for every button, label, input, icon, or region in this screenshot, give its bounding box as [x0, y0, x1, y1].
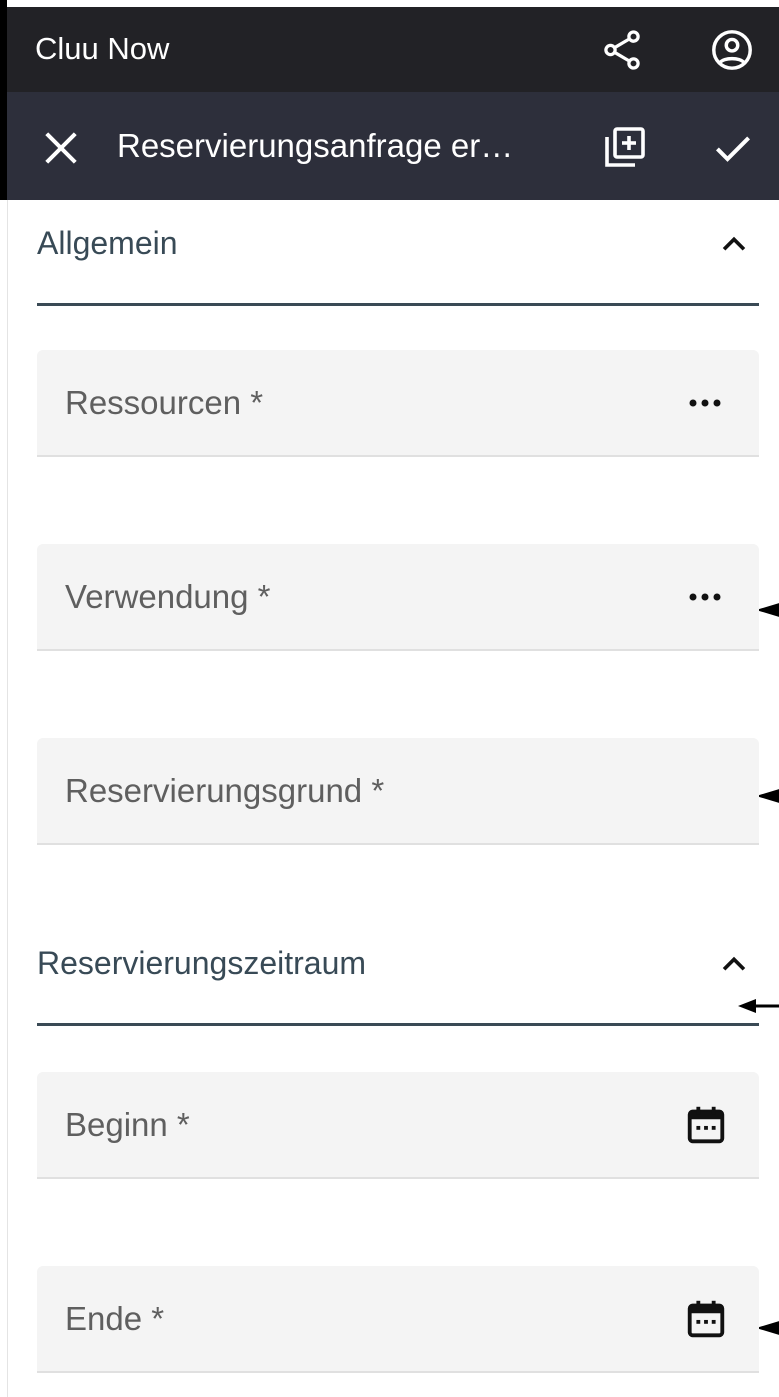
end-date-field[interactable]: Ende * [37, 1266, 759, 1373]
pointer-arrow [756, 1321, 779, 1335]
library-add-icon[interactable] [601, 123, 649, 171]
section-header-allgemein[interactable]: Allgemein [37, 200, 759, 306]
account-circle-icon[interactable] [709, 27, 755, 73]
more-horizontal-icon[interactable] [685, 584, 725, 610]
chevron-up-icon[interactable] [717, 228, 751, 262]
dialog-toolbar: Reservierungsanfrage er… [7, 92, 779, 200]
app-title: Cluu Now [35, 31, 170, 66]
section-divider [37, 303, 759, 306]
resources-field[interactable]: Ressourcen * [37, 350, 759, 457]
check-icon[interactable] [711, 126, 755, 170]
calendar-icon[interactable] [683, 1296, 729, 1342]
field-label: Beginn * [65, 1106, 190, 1143]
reservation-reason-field[interactable]: Reservierungsgrund * [37, 738, 759, 845]
form-content: Allgemein Ressourcen * Verwendung * Rese… [7, 200, 779, 1397]
field-label: Reservierungsgrund * [65, 772, 385, 809]
dialog-title: Reservierungsanfrage er… [117, 127, 514, 164]
begin-date-field[interactable]: Beginn * [37, 1072, 759, 1179]
window-edge [0, 0, 7, 200]
app-frame: Cluu Now Reservierungsanfrage er… Allgem… [0, 0, 779, 1397]
section-header-reservierungszeitraum[interactable]: Reservierungszeitraum [37, 920, 759, 1026]
field-label: Ressourcen * [65, 384, 264, 421]
section-title: Reservierungszeitraum [37, 945, 367, 981]
pointer-arrow [756, 789, 779, 803]
usage-field[interactable]: Verwendung * [37, 544, 759, 651]
more-horizontal-icon[interactable] [685, 390, 725, 416]
pointer-arrow [756, 603, 779, 617]
field-label: Ende * [65, 1300, 165, 1337]
close-icon[interactable] [39, 126, 83, 170]
app-bar: Cluu Now [7, 7, 779, 92]
section-title: Allgemein [37, 225, 178, 261]
field-label: Verwendung * [65, 578, 271, 615]
chevron-up-icon[interactable] [717, 948, 751, 982]
section-divider [37, 1023, 759, 1026]
calendar-icon[interactable] [683, 1102, 729, 1148]
share-icon[interactable] [599, 27, 645, 73]
